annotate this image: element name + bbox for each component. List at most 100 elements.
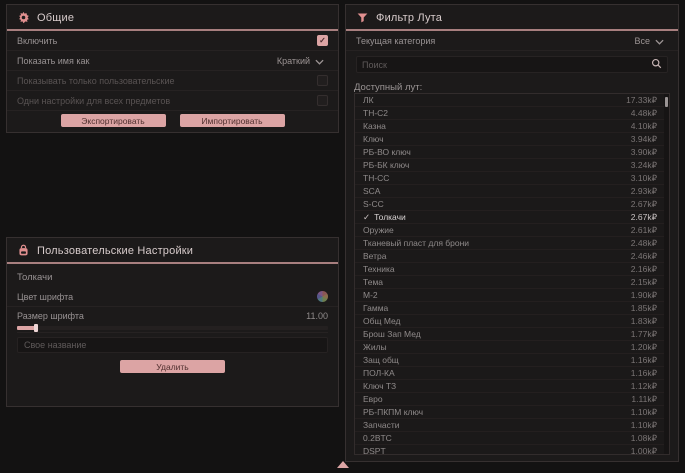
item-value: 1.08k₽	[631, 433, 657, 444]
list-item[interactable]: S-СС 2.67k₽	[355, 198, 669, 211]
item-value: 1.90k₽	[631, 290, 657, 301]
same-settings-row: Одни настройки для всех предметов	[7, 91, 338, 111]
list-item[interactable]: Брош Зап Мед1.77k₽	[355, 328, 669, 341]
list-item[interactable]: Защ общ1.16k₽	[355, 354, 669, 367]
category-label: Текущая категория	[356, 36, 435, 46]
item-name: ПОЛ-КА	[363, 368, 395, 378]
item-name: Ветра	[363, 251, 386, 261]
item-name: Тканевый пласт для брони	[363, 238, 469, 248]
slider-track	[17, 326, 328, 330]
item-value: 4.10k₽	[631, 121, 657, 132]
export-button[interactable]: Экспортировать	[61, 114, 166, 127]
list-item[interactable]: Евро 1.11k₽	[355, 393, 669, 406]
item-value: 1.85k₽	[631, 303, 657, 314]
list-item[interactable]: Техника2.16k₽	[355, 263, 669, 276]
item-value: 1.10k₽	[631, 407, 657, 418]
category-select[interactable]: Все	[630, 30, 668, 52]
item-name: РБ-ВО ключ	[363, 147, 411, 157]
font-size-value: 11.00	[306, 311, 328, 321]
list-item[interactable]: ✓Толкачи2.67k₽	[355, 211, 669, 224]
font-color-row: Цвет шрифта	[7, 287, 338, 307]
item-name: Тема	[363, 277, 383, 287]
item-value: 1.16k₽	[631, 355, 657, 366]
custom-only-checkbox	[317, 75, 328, 86]
list-item[interactable]: Гамма 1.85k₽	[355, 302, 669, 315]
check-icon: ✓	[363, 212, 370, 223]
item-value: 1.83k₽	[631, 316, 657, 327]
list-item[interactable]: Казна4.10k₽	[355, 120, 669, 133]
list-item[interactable]: ПОЛ-КА 1.16k₽	[355, 367, 669, 380]
custom-settings-title: Пользовательские Настройки	[37, 245, 193, 257]
search-input[interactable]: Поиск	[356, 56, 668, 73]
item-value: 2.15k₽	[631, 277, 657, 288]
item-name: Евро	[363, 394, 383, 404]
item-value: 1.16k₽	[631, 368, 657, 379]
item-value: 2.67k₽	[631, 199, 657, 210]
list-item[interactable]: DSPT1.00k₽	[355, 445, 669, 455]
custom-name-placeholder: Свое название	[24, 340, 86, 350]
custom-name-input[interactable]: Свое название	[17, 337, 328, 353]
list-item[interactable]: РБ-БК ключ3.24k₽	[355, 159, 669, 172]
font-size-row: Размер шрифта 11.00	[7, 307, 338, 324]
item-name: Брош Зап Мед	[363, 329, 421, 339]
item-name: 0.2BTC	[363, 433, 392, 443]
custom-settings-header: Пользовательские Настройки	[7, 238, 338, 264]
list-item[interactable]: ЛК17.33k₽	[355, 94, 669, 107]
search-icon[interactable]	[651, 56, 662, 74]
item-name: Гамма	[363, 303, 388, 313]
item-value: 1.11k₽	[631, 394, 657, 405]
check-icon: ✓	[319, 36, 326, 45]
list-item[interactable]: РБ-ПКПМ ключ1.10k₽	[355, 406, 669, 419]
funnel-icon	[356, 11, 369, 24]
item-value: 2.46k₽	[631, 251, 657, 262]
list-item[interactable]: Ключ3.94k₽	[355, 133, 669, 146]
list-item[interactable]: Оружие2.61k₽	[355, 224, 669, 237]
list-item[interactable]: Ключ ТЗ 1.12k₽	[355, 380, 669, 393]
import-button[interactable]: Импортировать	[180, 114, 285, 127]
loot-filter-panel: Фильтр Лута Текущая категория Все Поиск …	[345, 4, 679, 462]
item-value: 3.10k₽	[631, 173, 657, 184]
selected-item-name: Толкачи	[7, 264, 338, 287]
item-name: S-СС	[363, 199, 384, 209]
item-name: Ключ ТЗ	[363, 381, 396, 391]
list-item[interactable]: Запчасти1.10k₽	[355, 419, 669, 432]
item-value: 2.67k₽	[631, 212, 657, 223]
chevron-down-icon	[315, 52, 324, 70]
item-name: DSPT	[363, 446, 386, 455]
item-value: 1.12k₽	[631, 381, 657, 392]
general-buttons: Экспортировать Импортировать	[7, 111, 338, 127]
custom-only-label: Показывать только пользовательские	[17, 76, 175, 86]
list-item[interactable]: Ветра 2.46k₽	[355, 250, 669, 263]
name-display-select[interactable]: Краткий	[273, 50, 328, 72]
list-item[interactable]: Общ Мед1.83k₽	[355, 315, 669, 328]
list-item[interactable]: Жилы1.20k₽	[355, 341, 669, 354]
collapse-handle-icon[interactable]	[337, 461, 349, 468]
color-picker-icon[interactable]	[317, 291, 328, 302]
chevron-down-icon	[655, 32, 664, 50]
custom-only-row: Показывать только пользовательские	[7, 71, 338, 91]
loot-filter-header: Фильтр Лута	[346, 5, 678, 31]
delete-button[interactable]: Удалить	[120, 360, 225, 373]
enable-label: Включить	[17, 36, 57, 46]
loot-list-scrollbar[interactable]	[664, 94, 669, 454]
item-name: SCA	[363, 186, 380, 196]
name-display-row: Показать имя как Краткий	[7, 51, 338, 71]
font-size-slider-thumb[interactable]	[34, 324, 38, 332]
enable-checkbox[interactable]: ✓	[317, 35, 328, 46]
list-item[interactable]: ТН-С24.48k₽	[355, 107, 669, 120]
list-item[interactable]: Тема 2.15k₽	[355, 276, 669, 289]
general-panel-header: Общие	[7, 5, 338, 31]
item-name: М-2	[363, 290, 378, 300]
gear-icon	[17, 11, 30, 24]
list-item[interactable]: ТН-СС3.10k₽	[355, 172, 669, 185]
list-item[interactable]: 0.2BTC 1.08k₽	[355, 432, 669, 445]
list-item[interactable]: М-2 1.90k₽	[355, 289, 669, 302]
scrollbar-thumb[interactable]	[665, 97, 668, 107]
list-item[interactable]: Тканевый пласт для брони2.48k₽	[355, 237, 669, 250]
font-size-slider[interactable]	[17, 324, 328, 333]
list-item[interactable]: РБ-ВО ключ3.90k₽	[355, 146, 669, 159]
list-item[interactable]: SCA2.93k₽	[355, 185, 669, 198]
same-settings-label: Одни настройки для всех предметов	[17, 96, 170, 106]
item-value: 1.20k₽	[631, 342, 657, 353]
item-value: 2.16k₽	[631, 264, 657, 275]
